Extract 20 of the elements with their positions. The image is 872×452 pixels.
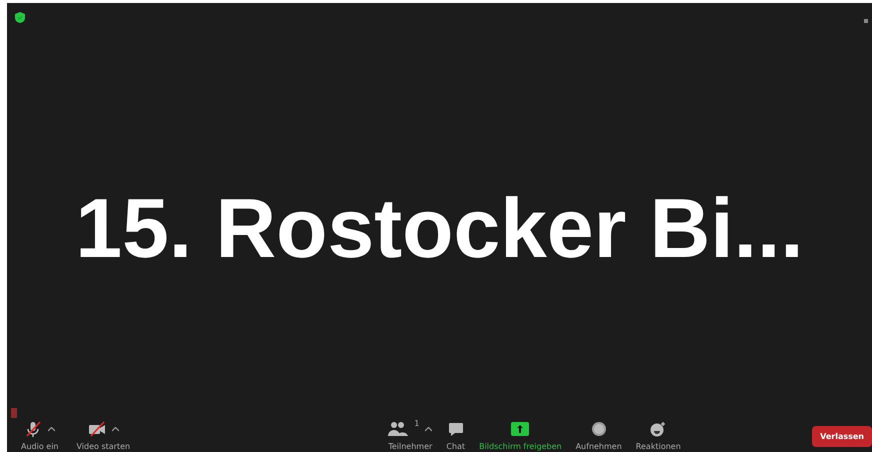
people-icon: [388, 421, 408, 437]
audio-button[interactable]: Audio ein: [17, 419, 62, 451]
leave-button[interactable]: Verlassen: [812, 426, 872, 447]
video-button[interactable]: Video starten: [72, 419, 134, 451]
participant-count: 1: [414, 419, 420, 428]
view-handle-icon[interactable]: [864, 19, 868, 23]
chat-bubble-icon: [448, 421, 464, 437]
record-button[interactable]: Aufnehmen: [572, 419, 626, 451]
share-button[interactable]: Bildschirm freigeben: [475, 419, 566, 451]
reactions-button[interactable]: Reaktionen: [632, 419, 685, 451]
caret-icon[interactable]: [112, 426, 119, 432]
caret-icon[interactable]: [425, 426, 432, 432]
smiley-icon: [649, 421, 668, 437]
participants-button[interactable]: 1 Teilnehmer: [384, 419, 436, 451]
shared-screen-text: 15. Rostocker Bi...: [75, 180, 804, 276]
chat-button[interactable]: Chat: [442, 419, 470, 451]
share-screen-icon: [511, 422, 530, 436]
shield-icon[interactable]: [15, 12, 25, 23]
caret-icon[interactable]: [48, 426, 56, 432]
record-icon: [590, 421, 607, 437]
